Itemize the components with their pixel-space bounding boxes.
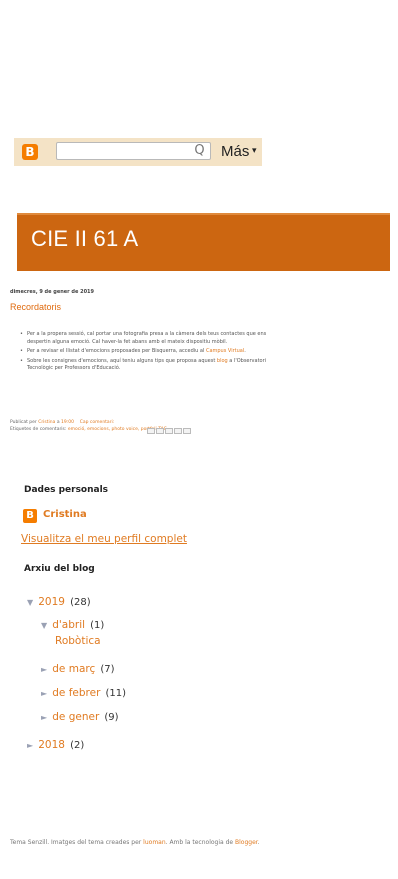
facebook-share-icon[interactable]: [174, 428, 182, 434]
campus-virtual-link[interactable]: Campus Virtual: [206, 348, 244, 354]
blog-header: CIE II 61 A: [17, 213, 390, 271]
post-body: Per a la propera sessió, cal portar una …: [20, 331, 290, 375]
bullet-text: Per a revisar el llistat d'emocions prop…: [27, 348, 206, 354]
archive-heading: Arxiu del blog: [24, 564, 95, 574]
blog-title[interactable]: CIE II 61 A: [31, 226, 138, 252]
collapse-toggle-icon[interactable]: ►: [41, 713, 47, 722]
bullet-text-end: .: [244, 348, 246, 354]
archive-post-item: Robòtica: [55, 629, 101, 648]
blogger-profile-icon: B: [23, 509, 37, 523]
comments-link[interactable]: Cap comentari:: [80, 420, 115, 425]
post-labels: Etiquetes de comentaris: emoció, emocion…: [10, 426, 167, 433]
search-icon[interactable]: Q: [188, 142, 211, 160]
archive-count: (7): [100, 664, 115, 675]
twitter-share-icon[interactable]: [165, 428, 173, 434]
share-buttons: [147, 419, 199, 434]
view-full-profile-link[interactable]: Visualitza el meu perfil complet: [21, 533, 187, 545]
bullet-text: Sobre les consignes d'emocions, aquí ten…: [27, 357, 217, 364]
archive-month-link[interactable]: de febrer: [52, 687, 100, 699]
more-menu-button[interactable]: Más: [221, 143, 249, 160]
blogger-logo-icon[interactable]: B: [22, 144, 38, 160]
collapse-toggle-icon[interactable]: ►: [41, 665, 47, 674]
published-by-label: Publicat per: [10, 420, 37, 425]
archive-count: (2): [70, 740, 85, 751]
footer-text: .: [257, 839, 260, 846]
footer-text: . Amb la tecnologia de: [165, 839, 235, 846]
profile-heading: Dades personals: [24, 485, 109, 495]
archive-month-march: ► de març (7): [41, 657, 115, 676]
archive-count: (11): [105, 688, 127, 699]
list-item: Per a la propera sessió, cal portar una …: [20, 331, 290, 346]
archive-year-2018: ► 2018 (2): [27, 733, 84, 752]
archive-month-link[interactable]: de gener: [52, 711, 99, 723]
author-link[interactable]: Cristina: [38, 420, 55, 425]
theme-author-link[interactable]: luoman: [143, 839, 165, 846]
page-footer: Tema Senzill. Imatges del tema creades p…: [10, 839, 260, 846]
chevron-down-icon[interactable]: ▾: [252, 146, 257, 156]
list-item: Sobre les consignes d'emocions, aquí ten…: [20, 358, 290, 373]
expand-toggle-icon[interactable]: ▼: [27, 598, 33, 607]
blogger-link[interactable]: Blogger: [235, 839, 258, 846]
archive-post-link[interactable]: Robòtica: [55, 635, 101, 647]
blog-link[interactable]: blog: [217, 358, 228, 364]
archive-year-link[interactable]: 2018: [38, 739, 65, 751]
collapse-toggle-icon[interactable]: ►: [27, 741, 33, 750]
collapse-toggle-icon[interactable]: ►: [41, 689, 47, 698]
archive-month-january: ► de gener (9): [41, 705, 119, 724]
archive-year-link[interactable]: 2019: [38, 596, 65, 608]
post-date: dimecres, 9 de gener de 2019: [10, 289, 95, 295]
post-title[interactable]: Recordatoris: [10, 302, 61, 312]
at-label: a: [56, 420, 60, 425]
profile-name-link[interactable]: Cristina: [43, 509, 87, 520]
list-item: Per a revisar el llistat d'emocions prop…: [20, 348, 290, 356]
post-time-link[interactable]: 19:00: [61, 420, 74, 425]
blogthis-share-icon[interactable]: [156, 428, 164, 434]
post-byline: Publicat per Cristina a 19:00 Cap coment…: [10, 419, 167, 426]
archive-count: (28): [70, 597, 91, 608]
bullet-text: Per a la propera sessió, cal portar una …: [27, 331, 267, 345]
archive-month-link[interactable]: de març: [52, 663, 95, 675]
archive-count: (9): [104, 712, 119, 723]
blogger-navbar: B Q Más ▾: [14, 138, 262, 166]
expand-toggle-icon[interactable]: ▼: [41, 621, 47, 630]
email-share-icon[interactable]: [147, 428, 155, 434]
archive-year-2019: ▼ 2019 (28): [27, 590, 91, 609]
post-footer: Publicat per Cristina a 19:00 Cap coment…: [10, 419, 167, 433]
archive-month-february: ► de febrer (11): [41, 681, 126, 700]
footer-text: Tema Senzill. Imatges del tema creades p…: [10, 839, 144, 846]
pinterest-share-icon[interactable]: [183, 428, 191, 434]
labels-prefix: Etiquetes de comentaris:: [10, 427, 67, 432]
